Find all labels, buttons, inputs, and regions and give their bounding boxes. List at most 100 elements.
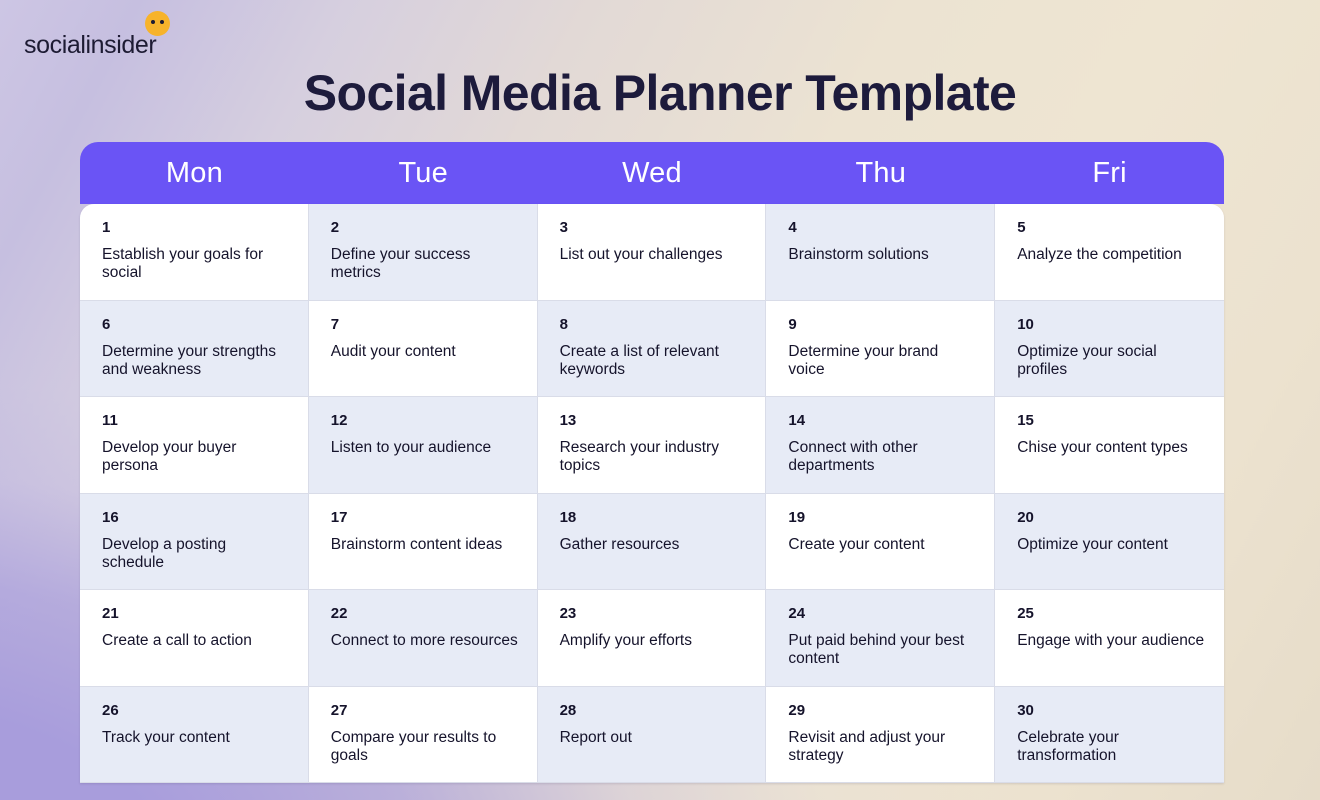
planner-day-cell[interactable]: 26 Track your content — [80, 686, 309, 783]
planner-day-cell[interactable]: 9 Determine your brand voice — [766, 300, 996, 397]
day-task-text: Report out — [559, 728, 632, 746]
day-task-text: Optimize your social profiles — [1017, 342, 1157, 378]
planner-day-cell[interactable]: 4 Brainstorm solutions — [766, 204, 996, 301]
day-task-text: Analyze the competition — [1017, 246, 1182, 263]
day-number: 22 — [330, 605, 348, 622]
day-task-text: Create your content — [788, 535, 925, 553]
weekday-header-wed: Wed — [622, 156, 682, 189]
weekday-header-thu: Thu — [855, 156, 907, 189]
day-task-text: Define your success metrics — [330, 246, 471, 282]
day-task-text: Audit your content — [330, 342, 456, 360]
day-number: 7 — [330, 315, 340, 333]
day-number: 13 — [559, 412, 577, 429]
planner-day-cell[interactable]: 25 Engage with your audience — [995, 590, 1224, 687]
day-number: 6 — [102, 315, 111, 333]
planner-day-cell[interactable]: 29 Revisit and adjust your strategy — [766, 686, 996, 783]
day-number: 2 — [330, 219, 340, 236]
day-task-text: Brainstorm content ideas — [330, 535, 503, 553]
planner-day-cell[interactable]: 15 Chise your content types — [995, 397, 1224, 494]
day-number: 5 — [1017, 219, 1026, 236]
day-task-text: List out your challenges — [559, 246, 723, 263]
planner-day-cell[interactable]: 24 Put paid behind your best content — [766, 590, 996, 687]
planner-day-cell[interactable]: 18 Gather resources — [537, 493, 767, 590]
day-number: 20 — [1017, 508, 1034, 526]
smiley-face-icon — [145, 11, 170, 36]
day-number: 4 — [788, 219, 797, 236]
brand-logo: socialinsider — [24, 11, 170, 59]
day-task-text: Chise your content types — [1017, 439, 1188, 456]
day-number: 15 — [1017, 412, 1034, 429]
day-number: 29 — [788, 701, 806, 719]
planner-day-cell[interactable]: 19 Create your content — [766, 493, 996, 590]
planner-day-cell[interactable]: 8 Create a list of relevant keywords — [537, 300, 767, 397]
day-number: 21 — [102, 605, 119, 622]
day-number: 14 — [788, 412, 806, 429]
day-number: 25 — [1017, 605, 1034, 622]
day-task-text: Gather resources — [559, 535, 680, 553]
planner-day-cell[interactable]: 27 Compare your results to goals — [308, 686, 538, 783]
planner-day-grid: 1 Establish your goals for social 2 Define … — [80, 204, 1224, 783]
day-task-text: Compare your results to goals — [330, 728, 497, 764]
planner-day-cell[interactable]: 30 Celebrate your transformation — [995, 686, 1224, 783]
planner-day-cell[interactable]: 20 Optimize your content — [995, 493, 1224, 590]
day-number: 17 — [330, 508, 348, 526]
day-task-text: Determine your brand voice — [788, 342, 939, 378]
planner-day-cell[interactable]: 10 Optimize your social profiles — [995, 300, 1224, 397]
day-task-text: Create a call to action — [102, 632, 252, 649]
weekday-header-row: Mon Tue Wed Thu Fri — [80, 142, 1224, 204]
planner-day-cell[interactable]: 3 List out your challenges — [537, 204, 767, 301]
planner-day-cell[interactable]: 17 Brainstorm content ideas — [308, 493, 538, 590]
day-number: 19 — [788, 508, 806, 526]
day-task-text: Create a list of relevant keywords — [559, 342, 719, 378]
planner-calendar: Mon Tue Wed Thu Fri 1 Establish your goals fo… — [80, 142, 1224, 800]
planner-day-cell[interactable]: 22 Connect to more resources — [308, 590, 538, 687]
day-number: 16 — [102, 508, 119, 526]
brand-logo-wordmark: socialinsider — [24, 31, 157, 59]
day-number: 8 — [559, 315, 568, 333]
planner-sheet: socialinsider Social Media Planner Templ… — [0, 0, 1320, 800]
planner-day-cell[interactable]: 28 Report out — [537, 686, 767, 783]
day-number: 24 — [788, 605, 806, 622]
day-task-text: Establish your goals for social — [102, 246, 264, 282]
day-number: 9 — [788, 315, 797, 333]
day-task-text: Develop your buyer persona — [102, 439, 237, 475]
day-number: 18 — [559, 508, 577, 526]
day-task-text: Listen to your audience — [330, 439, 492, 456]
planner-day-cell[interactable]: 16 Develop a posting schedule — [80, 493, 309, 590]
day-number: 30 — [1017, 701, 1034, 719]
day-task-text: Develop a posting schedule — [102, 535, 227, 571]
weekday-header-mon: Mon — [165, 156, 223, 189]
day-task-text: Optimize your content — [1017, 535, 1168, 553]
day-task-text: Put paid behind your best content — [788, 632, 965, 668]
planner-day-cell[interactable]: 12 Listen to your audience — [308, 397, 538, 494]
day-task-text: Determine your strengths and weakness — [102, 342, 277, 378]
day-number: 3 — [559, 219, 568, 236]
planner-day-cell[interactable]: 11 Develop your buyer persona — [80, 397, 309, 494]
day-number: 12 — [330, 412, 348, 429]
planner-day-cell[interactable]: 7 Audit your content — [308, 300, 538, 397]
planner-day-cell[interactable]: 21 Create a call to action — [80, 590, 309, 687]
day-task-text: Track your content — [102, 728, 230, 746]
day-task-text: Research your industry topics — [559, 439, 719, 475]
planner-day-cell[interactable]: 14 Connect with other departments — [766, 397, 996, 494]
weekday-header-tue: Tue — [398, 156, 448, 189]
planner-day-cell[interactable]: 23 Amplify your efforts — [537, 590, 767, 687]
day-task-text: Brainstorm solutions — [788, 246, 929, 263]
planner-day-cell[interactable]: 5 Analyze the competition — [995, 204, 1224, 301]
day-task-text: Celebrate your transformation — [1017, 728, 1119, 764]
planner-day-cell[interactable]: 6 Determine your strengths and weakness — [80, 300, 309, 397]
day-task-text: Connect with other departments — [788, 439, 918, 475]
day-task-text: Connect to more resources — [330, 632, 518, 649]
day-task-text: Amplify your efforts — [559, 632, 692, 649]
planner-day-cell[interactable]: 2 Define your success metrics — [308, 204, 538, 301]
day-number: 1 — [102, 219, 111, 236]
day-number: 26 — [102, 701, 119, 719]
planner-day-cell[interactable]: 13 Research your industry topics — [537, 397, 767, 494]
day-number: 23 — [559, 605, 577, 622]
day-number: 10 — [1017, 315, 1034, 333]
day-task-text: Engage with your audience — [1017, 632, 1205, 649]
weekday-header-fri: Fri — [1092, 156, 1127, 189]
day-number: 27 — [330, 701, 348, 719]
planner-day-cell[interactable]: 1 Establish your goals for social — [80, 204, 309, 301]
day-task-text: Revisit and adjust your strategy — [788, 728, 946, 764]
